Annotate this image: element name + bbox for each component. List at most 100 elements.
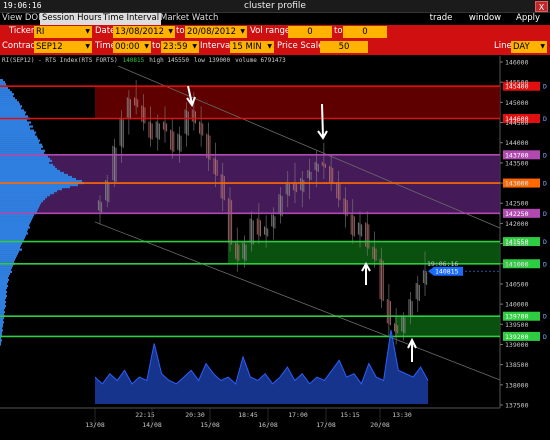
candle-body	[316, 162, 318, 171]
tab-time-interval[interactable]: Time Interval	[101, 13, 162, 25]
tab-session-hours[interactable]: Session Hours	[40, 13, 105, 25]
date-tick-label: 17/08	[316, 421, 336, 429]
line-select[interactable]: DAY ▼	[511, 41, 547, 53]
profile-bar	[0, 204, 40, 207]
arrow-down-icon	[317, 103, 328, 140]
profile-bar	[0, 190, 57, 193]
time-from-select[interactable]: 00:00 ▼	[113, 41, 151, 53]
candle-body	[317, 163, 319, 172]
candle-body	[155, 121, 157, 138]
profile-bar	[0, 91, 12, 94]
contract-select[interactable]: SEP12 ▼	[34, 41, 92, 53]
dropdown-arrow-icon: ▼	[144, 43, 149, 50]
window-menu[interactable]: window	[466, 13, 504, 25]
time-tick-label: 20:30	[185, 411, 205, 419]
close-icon[interactable]: X	[535, 1, 548, 12]
time-tick-label: 13:30	[392, 411, 412, 419]
candle-body	[200, 122, 202, 135]
dropdown-arrow-icon: ▼	[85, 28, 90, 35]
apply-button[interactable]: Apply	[510, 13, 546, 25]
profile-bar	[0, 274, 9, 277]
dropdown-arrow-icon: ▼	[192, 43, 197, 50]
profile-bar	[0, 240, 23, 243]
date-from-select[interactable]: 13/08/2012 ▼	[113, 26, 175, 38]
profile-bar	[0, 244, 21, 247]
candle-body	[426, 272, 428, 285]
dropdown-arrow-icon: ▼	[240, 28, 245, 35]
candle-body	[122, 119, 124, 148]
vol-to-field[interactable]: 0	[343, 26, 387, 38]
price-level-d: D	[543, 260, 547, 268]
dropdown-arrow-icon: ▼	[85, 43, 90, 50]
profile-bar	[0, 331, 2, 334]
candle-body	[231, 200, 233, 245]
vol-from-field[interactable]: 0	[288, 26, 332, 38]
profile-bar	[0, 179, 82, 183]
time-from-value: 00:00	[115, 42, 140, 52]
candle-body	[256, 218, 258, 235]
profile-bar	[0, 149, 45, 152]
candle-body	[193, 110, 195, 123]
profile-bar	[0, 125, 33, 128]
tab-market-watch[interactable]: Market Watch	[158, 13, 220, 25]
price-level-tag	[503, 178, 540, 188]
window-title: cluster profile	[244, 1, 306, 11]
candle-body	[274, 216, 276, 229]
profile-bar	[0, 212, 36, 215]
trade-menu[interactable]: trade	[422, 13, 460, 25]
support-zone-lower	[395, 316, 500, 337]
candle-body	[314, 161, 316, 170]
cluster-chart[interactable]: 145400 D 144600 D 143700 D 143000 D 142250 D 14155…	[0, 0, 550, 440]
candle-body	[373, 247, 375, 260]
profile-bar	[0, 185, 70, 189]
profile-bar	[0, 220, 31, 223]
candle-body	[310, 171, 312, 181]
candle-body	[229, 199, 231, 244]
candle-body	[142, 106, 144, 123]
date-tick-label: 15/08	[200, 421, 220, 429]
profile-bar	[0, 196, 47, 199]
candle-body	[372, 246, 374, 259]
price-level-label: 139200	[505, 333, 529, 341]
candle-body	[108, 182, 110, 203]
price-tick-label: 141500	[505, 240, 529, 248]
candle-body	[324, 163, 326, 168]
candle-body	[294, 183, 296, 192]
time-to-select[interactable]: 23:59 ▼	[161, 41, 199, 53]
price-tick-label: 138500	[505, 361, 529, 369]
profile-bar	[0, 321, 4, 324]
profile-bar	[0, 248, 22, 251]
candle-body	[300, 178, 302, 191]
candle-body	[105, 180, 107, 201]
price-level-label: 141550	[505, 238, 529, 246]
date-tick-label: 20/08	[370, 421, 390, 429]
profile-bar	[0, 341, 1, 344]
price-scale-field[interactable]: 50	[320, 41, 368, 53]
candle-body	[321, 161, 323, 166]
candle-body	[242, 242, 244, 259]
candle-body	[199, 121, 201, 134]
profile-bar	[0, 121, 31, 124]
candle-body	[113, 146, 115, 182]
price-level-label: 144600	[505, 115, 529, 123]
profile-bar	[0, 262, 15, 265]
profile-bar	[0, 95, 13, 98]
profile-bar	[0, 260, 14, 263]
profile-bar	[0, 256, 16, 259]
interval-select[interactable]: 15 MIN ▼	[230, 41, 274, 53]
price-level-tag	[503, 259, 540, 269]
candle-body	[292, 182, 294, 191]
date-to-select[interactable]: 20/08/2012 ▼	[185, 26, 247, 38]
candle-body	[135, 98, 137, 107]
profile-bar	[0, 89, 10, 92]
candle-body	[178, 134, 180, 151]
profile-bar	[0, 333, 2, 336]
vol-to-label: to	[334, 26, 343, 36]
candle-body	[191, 109, 193, 122]
candle-body	[158, 123, 160, 140]
profile-bar	[0, 123, 29, 126]
ticker-select[interactable]: RI ▼	[34, 26, 92, 38]
profile-bar	[0, 139, 40, 142]
profile-bar	[0, 101, 19, 104]
profile-bar	[0, 113, 25, 116]
